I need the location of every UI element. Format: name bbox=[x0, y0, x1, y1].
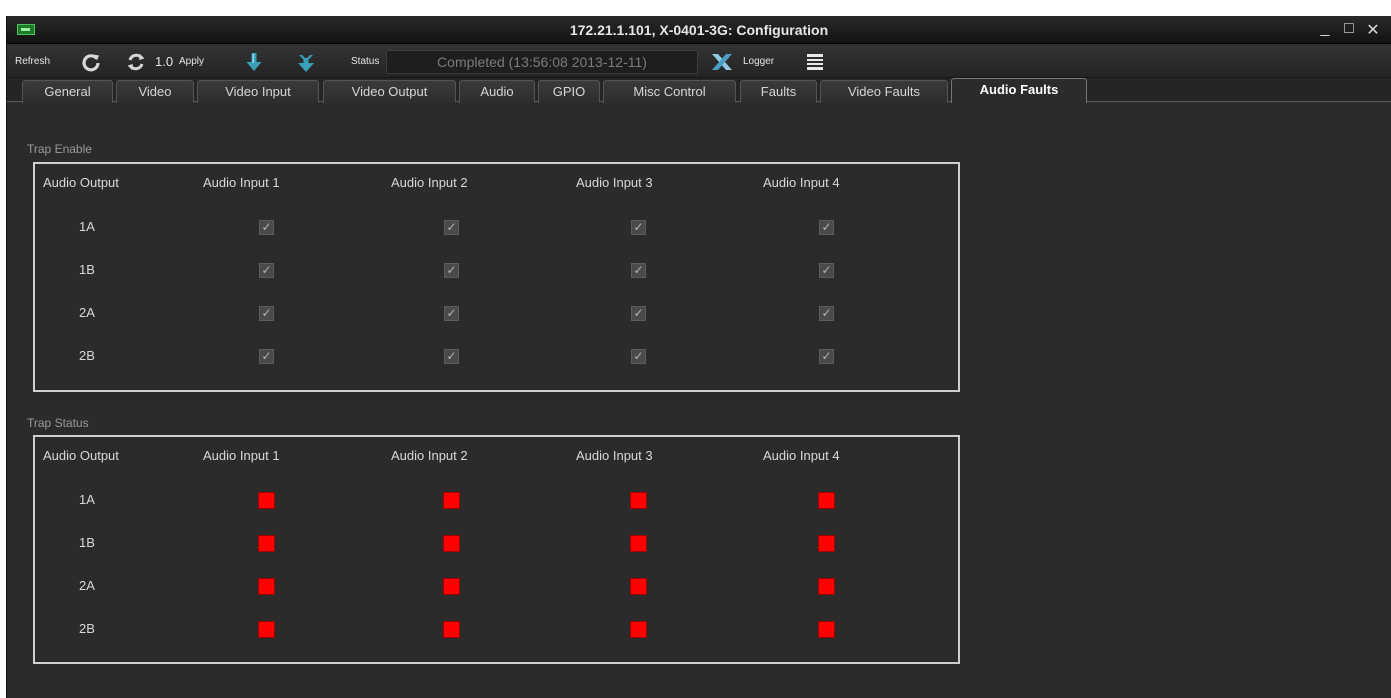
fault-indicator bbox=[818, 578, 835, 595]
trap-enable-header-input-2: Audio Input 2 bbox=[391, 175, 468, 190]
trap-status-header-output: Audio Output bbox=[43, 448, 119, 463]
fault-indicator bbox=[443, 492, 460, 509]
tab-gpio[interactable]: GPIO bbox=[538, 80, 600, 103]
fault-indicator bbox=[630, 578, 647, 595]
tab-video-input[interactable]: Video Input bbox=[197, 80, 319, 103]
trap-enable-row-label: 1B bbox=[79, 262, 95, 277]
maximize-button[interactable]: □ bbox=[1341, 20, 1357, 40]
trap-status-row-label: 2B bbox=[79, 621, 95, 636]
trap-status-group: Audio Output Audio Input 1 Audio Input 2… bbox=[33, 435, 960, 664]
trap-enable-checkbox[interactable]: ✓ bbox=[444, 220, 459, 235]
logger-label[interactable]: Logger bbox=[743, 45, 774, 78]
tab-video[interactable]: Video bbox=[116, 80, 194, 103]
tab-video-faults[interactable]: Video Faults bbox=[820, 80, 948, 103]
fault-indicator bbox=[818, 621, 835, 638]
download-all-icon[interactable] bbox=[296, 45, 316, 78]
trap-enable-checkbox[interactable]: ✓ bbox=[259, 220, 274, 235]
trap-enable-checkbox[interactable]: ✓ bbox=[259, 263, 274, 278]
fault-indicator bbox=[630, 492, 647, 509]
logger-list-icon[interactable] bbox=[807, 45, 823, 78]
tab-audio[interactable]: Audio bbox=[459, 80, 535, 103]
download-arrow-icon[interactable] bbox=[245, 45, 263, 78]
tab-strip: General Video Video Input Video Output A… bbox=[7, 78, 1391, 103]
refresh-icon[interactable] bbox=[81, 45, 101, 78]
config-window: 172.21.1.101, X-0401-3G: Configuration _… bbox=[6, 16, 1391, 698]
trap-enable-checkbox[interactable]: ✓ bbox=[444, 306, 459, 321]
trap-enable-checkbox[interactable]: ✓ bbox=[631, 306, 646, 321]
fault-indicator bbox=[630, 621, 647, 638]
tab-general[interactable]: General bbox=[22, 80, 113, 103]
trap-enable-checkbox[interactable]: ✓ bbox=[819, 306, 834, 321]
status-label: Status bbox=[351, 56, 380, 67]
fault-indicator bbox=[258, 492, 275, 509]
trap-enable-checkbox[interactable]: ✓ bbox=[444, 263, 459, 278]
trap-status-title: Trap Status bbox=[27, 416, 89, 430]
trap-enable-title: Trap Enable bbox=[27, 142, 92, 156]
status-field: Completed (13:56:08 2013-12-11) bbox=[386, 50, 698, 74]
clear-x-icon[interactable] bbox=[710, 45, 734, 78]
trap-enable-header-output: Audio Output bbox=[43, 175, 119, 190]
tab-misc-control[interactable]: Misc Control bbox=[603, 80, 736, 103]
fault-indicator bbox=[443, 578, 460, 595]
toolbar: Refresh 1.0 Apply Status Completed (13:5… bbox=[7, 45, 1391, 78]
trap-enable-checkbox[interactable]: ✓ bbox=[819, 220, 834, 235]
title-bar: 172.21.1.101, X-0401-3G: Configuration _… bbox=[7, 16, 1391, 44]
trap-enable-checkbox[interactable]: ✓ bbox=[259, 349, 274, 364]
trap-enable-checkbox[interactable]: ✓ bbox=[631, 220, 646, 235]
fault-indicator bbox=[818, 492, 835, 509]
tab-audio-faults[interactable]: Audio Faults bbox=[951, 78, 1087, 103]
refresh-interval-value[interactable]: 1.0 bbox=[155, 45, 173, 78]
fault-indicator bbox=[443, 621, 460, 638]
fault-indicator bbox=[258, 578, 275, 595]
trap-enable-checkbox[interactable]: ✓ bbox=[631, 349, 646, 364]
trap-status-header-input-2: Audio Input 2 bbox=[391, 448, 468, 463]
trap-enable-row-label: 2B bbox=[79, 348, 95, 363]
trap-enable-row-label: 1A bbox=[79, 219, 95, 234]
trap-enable-row-label: 2A bbox=[79, 305, 95, 320]
fault-indicator bbox=[258, 621, 275, 638]
fault-indicator bbox=[443, 535, 460, 552]
minimize-button[interactable]: _ bbox=[1317, 20, 1333, 40]
fault-indicator bbox=[630, 535, 647, 552]
trap-enable-checkbox[interactable]: ✓ bbox=[444, 349, 459, 364]
trap-status-row-label: 2A bbox=[79, 578, 95, 593]
trap-status-header-input-3: Audio Input 3 bbox=[576, 448, 653, 463]
window-controls: _ □ ✕ bbox=[1317, 20, 1381, 40]
trap-enable-group: Audio Output Audio Input 1 Audio Input 2… bbox=[33, 162, 960, 392]
refresh-label: Refresh bbox=[15, 56, 51, 67]
trap-status-row-label: 1A bbox=[79, 492, 95, 507]
trap-enable-header-input-3: Audio Input 3 bbox=[576, 175, 653, 190]
auto-refresh-icon[interactable] bbox=[126, 45, 146, 78]
tab-faults[interactable]: Faults bbox=[740, 80, 817, 103]
fault-indicator bbox=[818, 535, 835, 552]
fault-indicator bbox=[258, 535, 275, 552]
tab-video-output[interactable]: Video Output bbox=[323, 80, 456, 103]
trap-status-header-input-4: Audio Input 4 bbox=[763, 448, 840, 463]
trap-enable-checkbox[interactable]: ✓ bbox=[631, 263, 646, 278]
window-title: 172.21.1.101, X-0401-3G: Configuration bbox=[569, 22, 829, 38]
trap-enable-checkbox[interactable]: ✓ bbox=[819, 349, 834, 364]
trap-status-row-label: 1B bbox=[79, 535, 95, 550]
trap-enable-checkbox[interactable]: ✓ bbox=[259, 306, 274, 321]
trap-enable-header-input-4: Audio Input 4 bbox=[763, 175, 840, 190]
trap-enable-header-input-1: Audio Input 1 bbox=[203, 175, 280, 190]
apply-label[interactable]: Apply bbox=[179, 45, 204, 78]
trap-status-header-input-1: Audio Input 1 bbox=[203, 448, 280, 463]
close-button[interactable]: ✕ bbox=[1365, 20, 1381, 40]
trap-enable-checkbox[interactable]: ✓ bbox=[819, 263, 834, 278]
